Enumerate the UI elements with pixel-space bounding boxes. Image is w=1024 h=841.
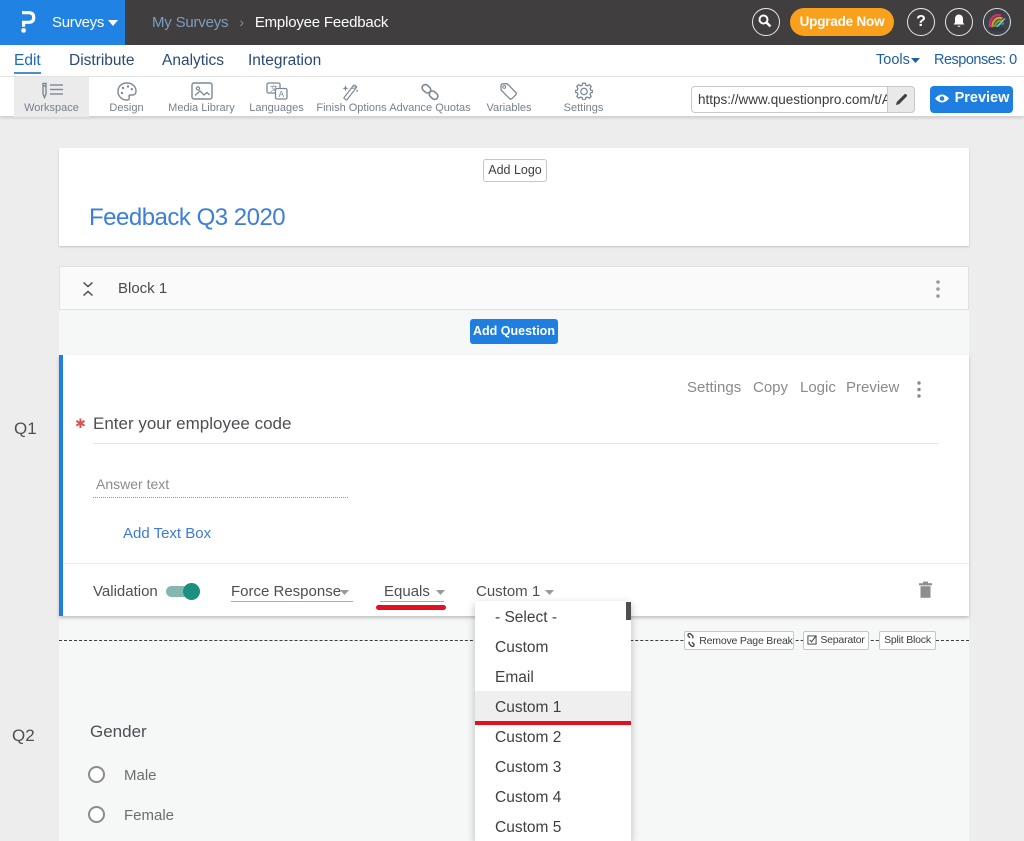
svg-text:A: A [278, 89, 284, 99]
